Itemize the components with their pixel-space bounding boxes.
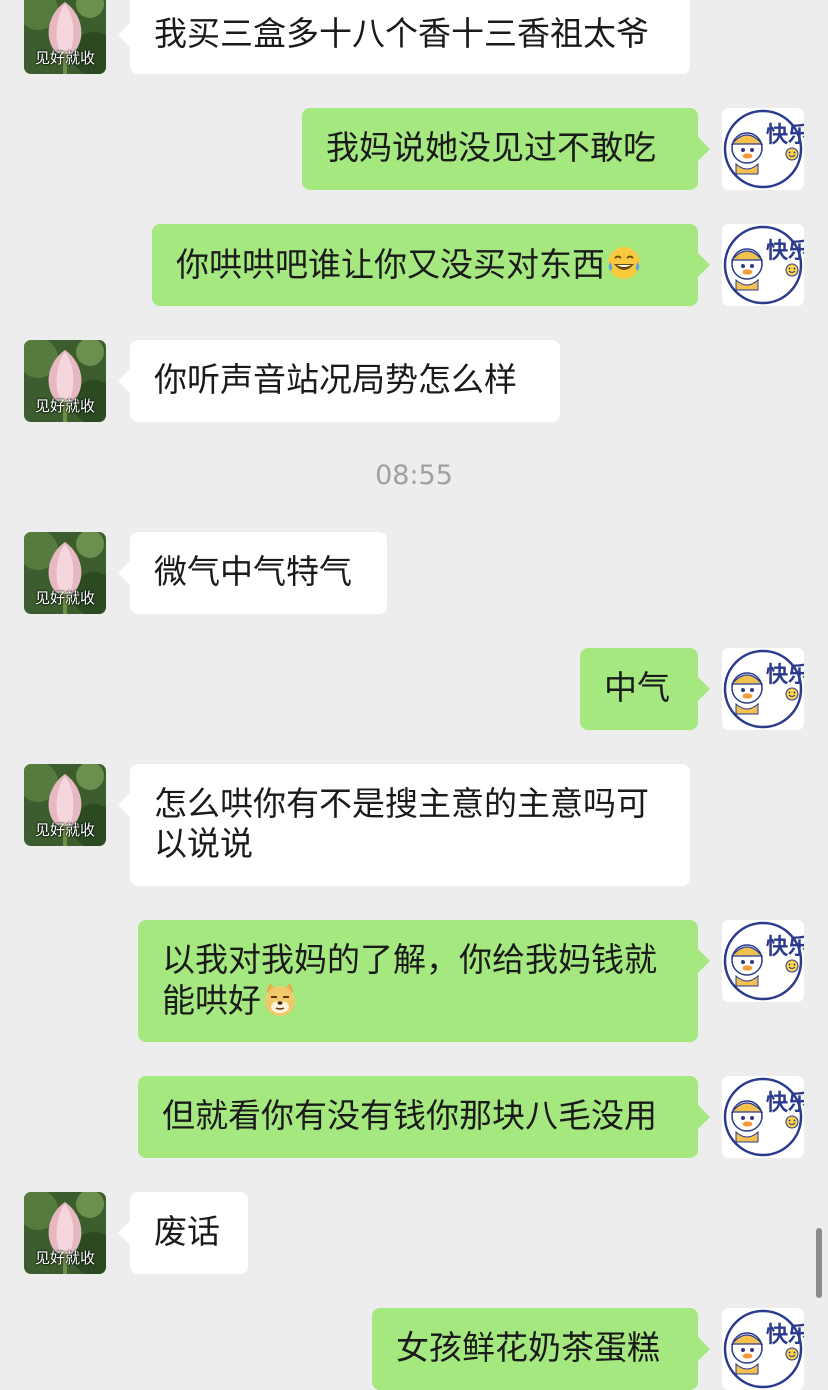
self-avatar[interactable]: 快乐 <box>722 648 804 730</box>
scrollbar-thumb[interactable] <box>816 1228 822 1298</box>
self-avatar[interactable]: 快乐 <box>722 920 804 1002</box>
chat-message-list[interactable]: 见好就收 我买三盒多十八个香十三香祖太爷 我妈说她没见过不敢吃 快乐 你哄哄吧谁… <box>0 0 828 1390</box>
message-bubble-outgoing[interactable]: 你哄哄吧谁让你又没买对东西 <box>152 224 710 306</box>
avatar-caption: 见好就收 <box>34 589 95 607</box>
doge-emoji-icon <box>265 983 295 1016</box>
message-bubble-outgoing[interactable]: 以我对我妈的了解，你给我妈钱就能哄好 <box>138 920 710 1042</box>
avatar-caption: 见好就收 <box>34 397 95 415</box>
contact-avatar[interactable]: 见好就收 <box>24 1192 106 1274</box>
avatar-title: 快乐 <box>766 123 804 148</box>
message-bubble-outgoing[interactable]: 我妈说她没见过不敢吃 <box>302 108 710 190</box>
self-avatar[interactable]: 快乐 <box>722 1308 804 1390</box>
avatar-caption: 见好就收 <box>34 1249 95 1267</box>
message-text: 女孩鲜花奶茶蛋糕 <box>396 1328 660 1367</box>
message-bubble-incoming[interactable]: 我买三盒多十八个香十三香祖太爷 <box>118 0 690 74</box>
message-text: 怎么哄你有不是搜主意的主意吗可以说说 <box>154 784 649 863</box>
self-avatar[interactable]: 快乐 <box>722 1076 804 1158</box>
avatar-title: 快乐 <box>766 1091 804 1116</box>
message-text: 废话 <box>154 1212 220 1251</box>
message-bubble-outgoing[interactable]: 女孩鲜花奶茶蛋糕 <box>372 1308 710 1390</box>
self-avatar[interactable]: 快乐 <box>722 108 804 190</box>
self-avatar[interactable]: 快乐 <box>722 224 804 306</box>
tears-of-joy-emoji-icon <box>608 247 640 279</box>
message-text: 你哄哄吧谁让你又没买对东西 <box>176 245 605 284</box>
contact-avatar[interactable]: 见好就收 <box>24 0 106 74</box>
message-text: 我买三盒多十八个香十三香祖太爷 <box>154 14 649 53</box>
message-timestamp: 08:55 <box>375 460 453 491</box>
contact-avatar[interactable]: 见好就收 <box>24 532 106 614</box>
message-bubble-incoming[interactable]: 怎么哄你有不是搜主意的主意吗可以说说 <box>118 764 690 886</box>
message-text: 我妈说她没见过不敢吃 <box>326 128 656 167</box>
message-bubble-incoming[interactable]: 你听声音站况局势怎么样 <box>118 340 560 422</box>
message-text: 以我对我妈的了解，你给我妈钱就能哄好 <box>162 940 657 1020</box>
message-bubble-outgoing[interactable]: 但就看你有没有钱你那块八毛没用 <box>138 1076 710 1158</box>
avatar-caption: 见好就收 <box>34 821 95 839</box>
avatar-title: 快乐 <box>766 239 804 264</box>
message-text: 你听声音站况局势怎么样 <box>154 360 517 399</box>
message-text: 但就看你有没有钱你那块八毛没用 <box>162 1096 657 1135</box>
message-text: 微气中气特气 <box>154 552 352 591</box>
message-bubble-outgoing[interactable]: 中气 <box>580 648 710 730</box>
contact-avatar[interactable]: 见好就收 <box>24 340 106 422</box>
message-bubble-incoming[interactable]: 微气中气特气 <box>118 532 387 614</box>
avatar-caption: 见好就收 <box>34 49 95 67</box>
avatar-title: 快乐 <box>766 1323 804 1348</box>
avatar-title: 快乐 <box>766 663 804 688</box>
contact-avatar[interactable]: 见好就收 <box>24 764 106 846</box>
avatar-title: 快乐 <box>766 935 804 960</box>
message-bubble-incoming[interactable]: 废话 <box>118 1192 248 1274</box>
message-text: 中气 <box>604 668 670 707</box>
